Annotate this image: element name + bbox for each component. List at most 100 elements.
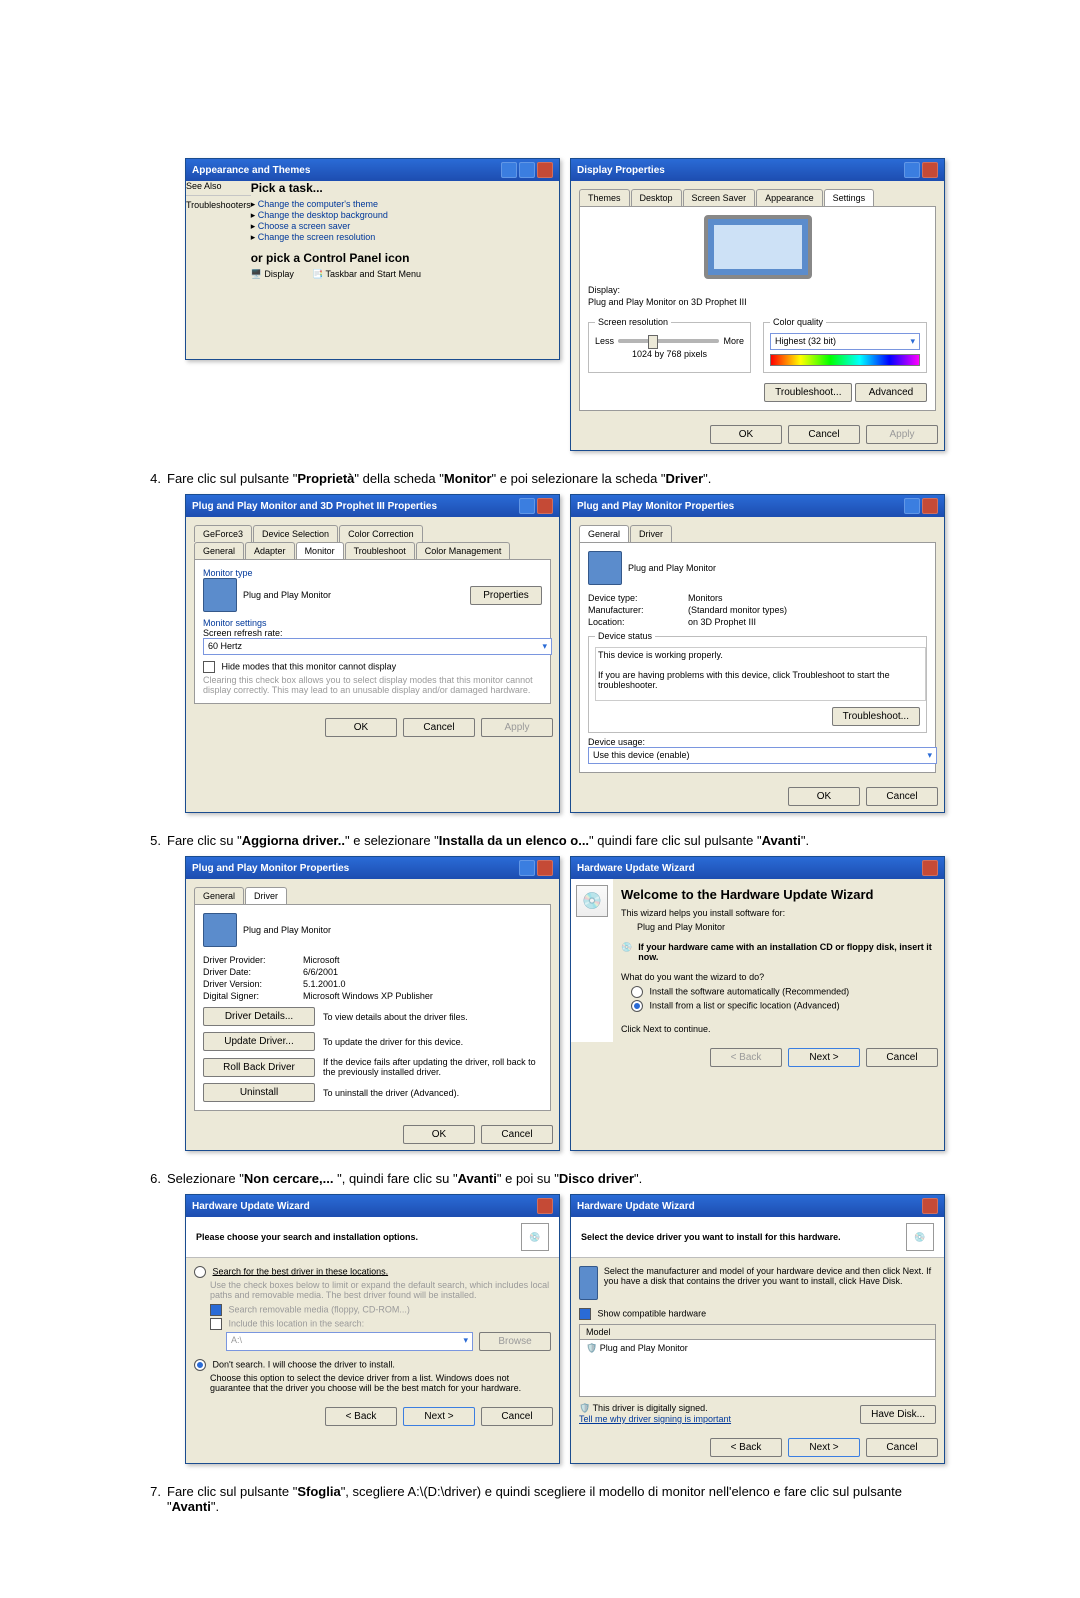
have-disk-button[interactable]: Have Disk... (860, 1405, 936, 1424)
uninstall-button[interactable]: Uninstall (203, 1083, 315, 1102)
radio-search[interactable] (194, 1266, 206, 1278)
next-button[interactable]: Next > (788, 1048, 860, 1067)
color-quality-select[interactable]: Highest (32 bit)▾ (770, 333, 920, 350)
cancel-button[interactable]: Cancel (403, 718, 475, 737)
ok-button[interactable]: OK (403, 1125, 475, 1144)
close-icon[interactable] (922, 498, 938, 514)
step-7: 7. Fare clic sul pulsante "Sfoglia", sce… (135, 1484, 945, 1514)
tab-monitor[interactable]: Monitor (296, 542, 344, 559)
tab-screensaver[interactable]: Screen Saver (683, 189, 756, 206)
device-usage-select[interactable]: Use this device (enable)▾ (588, 747, 937, 764)
device-status-text (595, 647, 926, 701)
chk-compat[interactable] (579, 1308, 591, 1320)
tab-driver[interactable]: Driver (245, 887, 287, 904)
cancel-button[interactable]: Cancel (481, 1407, 553, 1426)
close-icon[interactable] (537, 1198, 553, 1214)
window-title: Hardware Update Wizard (577, 1201, 695, 1212)
properties-button[interactable]: Properties (470, 586, 542, 605)
radio-list[interactable] (631, 1000, 643, 1012)
update-driver-button[interactable]: Update Driver... (203, 1032, 315, 1051)
cancel-button[interactable]: Cancel (866, 787, 938, 806)
monitor-icon (203, 913, 237, 947)
task-theme[interactable]: Change the computer's theme (258, 199, 378, 209)
hardware-icon: 💿 (906, 1223, 934, 1251)
chevron-down-icon: ▾ (542, 641, 547, 652)
step-text: Fare clic sul pulsante "Proprietà" della… (167, 471, 945, 486)
browse-button: Browse (479, 1332, 551, 1351)
step-text: Fare clic su "Aggiorna driver.." e selez… (167, 833, 945, 848)
driver-details-button[interactable]: Driver Details... (203, 1007, 315, 1026)
tab-geforce3[interactable]: GeForce3 (194, 525, 252, 542)
provider-label: Driver Provider: (203, 955, 303, 965)
tab-general[interactable]: General (194, 887, 244, 904)
back-button[interactable]: < Back (325, 1407, 397, 1426)
ok-button[interactable]: OK (325, 718, 397, 737)
radio-auto[interactable] (631, 986, 643, 998)
color-quality-label: Color quality (770, 317, 826, 327)
next-button[interactable]: Next > (403, 1407, 475, 1426)
close-icon[interactable] (922, 1198, 938, 1214)
resolution-slider[interactable] (648, 335, 658, 349)
document-page: Appearance and Themes See Also Troublesh… (0, 0, 1080, 1598)
location-label: Location: (588, 617, 688, 627)
tab-device-selection[interactable]: Device Selection (253, 525, 338, 542)
close-icon[interactable] (922, 860, 938, 876)
chk-removable-label: Search removable media (floppy, CD-ROM..… (229, 1304, 410, 1314)
tab-driver[interactable]: Driver (630, 525, 672, 542)
taskbar-cpl-icon[interactable]: 📑 Taskbar and Start Menu (312, 269, 421, 280)
advanced-button[interactable]: Advanced (855, 383, 927, 402)
task-resolution[interactable]: Change the screen resolution (258, 232, 376, 242)
tab-color-mgmt[interactable]: Color Management (416, 542, 511, 559)
help-icon[interactable] (904, 498, 920, 514)
window-title: Plug and Play Monitor Properties (577, 501, 734, 512)
wizard-device: Plug and Play Monitor (637, 922, 936, 932)
back-button[interactable]: < Back (710, 1438, 782, 1457)
radio-dont-search[interactable] (194, 1359, 206, 1371)
cancel-button[interactable]: Cancel (788, 425, 860, 444)
next-button[interactable]: Next > (788, 1438, 860, 1457)
tab-general[interactable]: General (579, 525, 629, 542)
tab-general[interactable]: General (194, 542, 244, 559)
help-icon[interactable] (904, 162, 920, 178)
rollback-driver-button[interactable]: Roll Back Driver (203, 1058, 315, 1077)
monitor-type-value: Plug and Play Monitor (243, 590, 331, 600)
minimize-icon[interactable] (501, 162, 517, 178)
tab-appearance[interactable]: Appearance (756, 189, 823, 206)
color-bar-icon (770, 354, 920, 366)
why-signing-link[interactable]: Tell me why driver signing is important (579, 1414, 731, 1424)
close-icon[interactable] (537, 162, 553, 178)
close-icon[interactable] (537, 860, 553, 876)
tab-themes[interactable]: Themes (579, 189, 630, 206)
tab-troubleshoot[interactable]: Troubleshoot (345, 542, 415, 559)
cancel-button[interactable]: Cancel (481, 1125, 553, 1144)
troubleshoot-button[interactable]: Troubleshoot... (832, 707, 920, 726)
tab-settings[interactable]: Settings (824, 189, 875, 206)
tab-desktop[interactable]: Desktop (631, 189, 682, 206)
chevron-down-icon: ▾ (463, 1335, 468, 1348)
tab-adapter[interactable]: Adapter (245, 542, 295, 559)
apply-button: Apply (866, 425, 938, 444)
window-title: Plug and Play Monitor and 3D Prophet III… (192, 501, 437, 512)
hide-modes-checkbox[interactable] (203, 661, 215, 673)
maximize-icon[interactable] (519, 162, 535, 178)
close-icon[interactable] (922, 162, 938, 178)
cancel-button[interactable]: Cancel (866, 1048, 938, 1067)
close-icon[interactable] (537, 498, 553, 514)
help-icon[interactable] (519, 860, 535, 876)
model-item[interactable]: Plug and Play Monitor (600, 1343, 688, 1353)
shield-icon: 🛡️ (579, 1403, 590, 1413)
troubleshoot-button[interactable]: Troubleshoot... (764, 383, 852, 402)
refresh-rate-select[interactable]: 60 Hertz▾ (203, 638, 552, 655)
task-background[interactable]: Change the desktop background (258, 210, 388, 220)
ok-button[interactable]: OK (788, 787, 860, 806)
window-title: Display Properties (577, 165, 665, 176)
tab-color-correction[interactable]: Color Correction (339, 525, 423, 542)
task-screensaver[interactable]: Choose a screen saver (258, 221, 351, 231)
help-icon[interactable] (519, 498, 535, 514)
display-properties-window: Display Properties Themes Desktop Screen… (570, 158, 945, 451)
more-label: More (723, 336, 744, 346)
wizard-continue: Click Next to continue. (621, 1024, 936, 1034)
ok-button[interactable]: OK (710, 425, 782, 444)
display-cpl-icon[interactable]: 🖥️ Display (251, 269, 294, 280)
cancel-button[interactable]: Cancel (866, 1438, 938, 1457)
